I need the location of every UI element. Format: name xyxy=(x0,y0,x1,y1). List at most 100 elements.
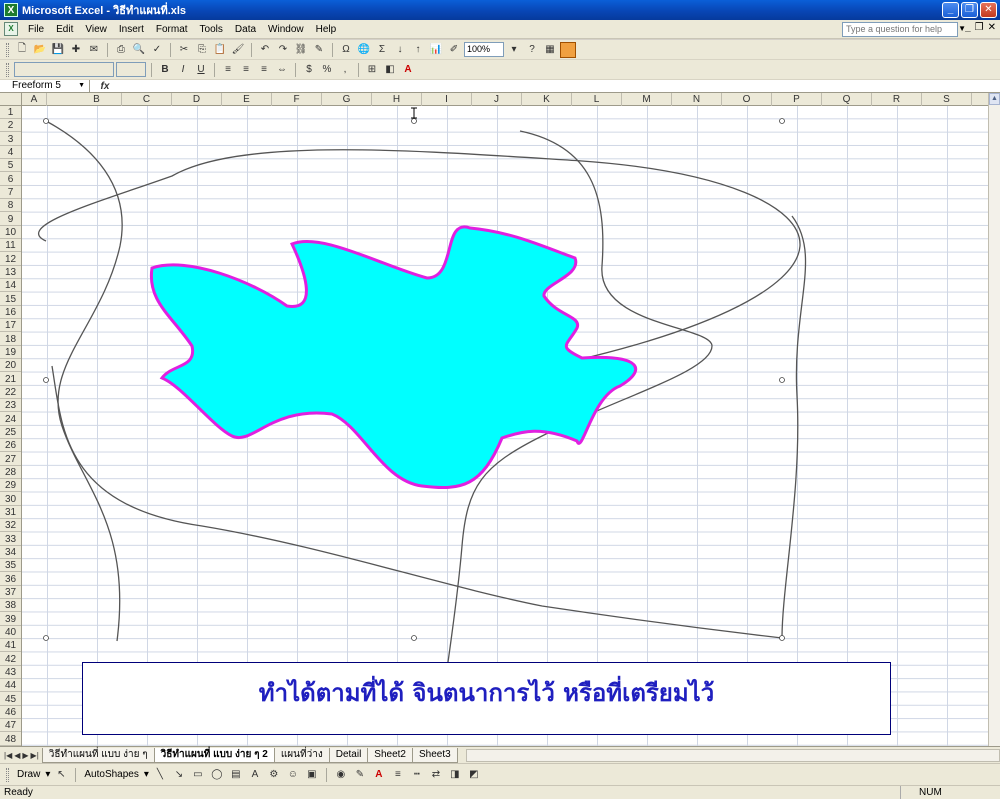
diagram-icon[interactable]: ⚙ xyxy=(266,767,282,783)
row-header-24[interactable]: 24 xyxy=(0,413,21,426)
print-icon[interactable]: ⎙ xyxy=(113,42,129,58)
row-header-42[interactable]: 42 xyxy=(0,653,21,666)
align-center-icon[interactable]: ≡ xyxy=(238,62,254,78)
help-search-input[interactable]: Type a question for help xyxy=(842,22,958,37)
picture-icon[interactable]: ▣ xyxy=(304,767,320,783)
restore-button[interactable]: ❐ xyxy=(961,2,978,18)
doc-close-button[interactable]: ✕ xyxy=(988,22,996,33)
freeform-line-left[interactable] xyxy=(45,120,123,642)
column-header-A[interactable]: A xyxy=(22,93,47,106)
row-header-25[interactable]: 25 xyxy=(0,426,21,439)
font-size-select[interactable] xyxy=(116,62,146,77)
selection-handle[interactable] xyxy=(411,118,417,124)
menu-tools[interactable]: Tools xyxy=(194,21,229,38)
select-objects-icon[interactable]: ↖ xyxy=(53,767,69,783)
percent-icon[interactable]: % xyxy=(319,62,335,78)
row-header-21[interactable]: 21 xyxy=(0,373,21,386)
font-color-draw-icon[interactable]: A xyxy=(371,767,387,783)
fill-color-draw-icon[interactable]: ◉ xyxy=(333,767,349,783)
row-header-43[interactable]: 43 xyxy=(0,666,21,679)
column-header-J[interactable]: J xyxy=(472,93,522,106)
column-header-K[interactable]: K xyxy=(522,93,572,106)
row-header-12[interactable]: 12 xyxy=(0,253,21,266)
selection-handle[interactable] xyxy=(779,635,785,641)
row-header-10[interactable]: 10 xyxy=(0,226,21,239)
zoom-select[interactable]: 100% xyxy=(464,42,504,57)
row-header-48[interactable]: 48 xyxy=(0,733,21,746)
line-style-icon[interactable]: ≡ xyxy=(390,767,406,783)
row-header-3[interactable]: 3 xyxy=(0,133,21,146)
row-header-44[interactable]: 44 xyxy=(0,679,21,693)
column-header-H[interactable]: H xyxy=(372,93,422,106)
paste-icon[interactable]: 📋 xyxy=(212,42,228,58)
doc-restore-button[interactable]: ❐ xyxy=(975,22,984,33)
row-header-32[interactable]: 32 xyxy=(0,519,21,533)
menu-data[interactable]: Data xyxy=(229,21,262,38)
column-header-C[interactable]: C xyxy=(122,93,172,106)
row-header-39[interactable]: 39 xyxy=(0,613,21,626)
selection-handle[interactable] xyxy=(779,118,785,124)
underline-icon[interactable]: U xyxy=(193,62,209,78)
autoshapes-menu-button[interactable]: AutoShapes xyxy=(82,769,141,780)
oval-icon[interactable]: ◯ xyxy=(209,767,225,783)
bold-icon[interactable]: B xyxy=(157,62,173,78)
column-header-F[interactable]: F xyxy=(272,93,322,106)
row-header-6[interactable]: 6 xyxy=(0,173,21,186)
shadow-icon[interactable]: ▦ xyxy=(542,42,558,58)
column-header-P[interactable]: P xyxy=(772,93,822,106)
row-header-14[interactable]: 14 xyxy=(0,279,21,293)
row-header-11[interactable]: 11 xyxy=(0,239,21,253)
row-header-5[interactable]: 5 xyxy=(0,159,21,173)
italic-icon[interactable]: I xyxy=(175,62,191,78)
sheet-tab[interactable]: Sheet2 xyxy=(367,747,413,763)
currency-icon[interactable]: $ xyxy=(301,62,317,78)
menu-insert[interactable]: Insert xyxy=(113,21,150,38)
column-header-R[interactable]: R xyxy=(872,93,922,106)
function-icon[interactable]: fx xyxy=(90,81,120,92)
shadow-style-icon[interactable]: ◨ xyxy=(447,767,463,783)
next-sheet-icon[interactable]: ▶ xyxy=(22,751,28,760)
toolbar-grip[interactable] xyxy=(6,42,9,57)
column-header-N[interactable]: N xyxy=(672,93,722,106)
align-left-icon[interactable]: ≡ xyxy=(220,62,236,78)
menu-edit[interactable]: Edit xyxy=(50,21,79,38)
scroll-up-icon[interactable]: ▲ xyxy=(989,93,1000,105)
column-header-O[interactable]: O xyxy=(722,93,772,106)
selection-handle[interactable] xyxy=(43,118,49,124)
draw-dropdown-icon[interactable]: ▾ xyxy=(45,769,50,780)
row-header-13[interactable]: 13 xyxy=(0,266,21,279)
autoshapes-dropdown-icon[interactable]: ▾ xyxy=(144,769,149,780)
row-header-33[interactable]: 33 xyxy=(0,533,21,546)
wordart-icon[interactable]: A xyxy=(247,767,263,783)
row-header-9[interactable]: 9 xyxy=(0,213,21,226)
worksheet-grid[interactable]: ทำได้ตามที่ได้ จินตนาการไว้ หรือที่เตรีย… xyxy=(22,106,988,746)
workbook-icon[interactable]: X xyxy=(4,22,18,36)
doc-minimize-button[interactable]: _ xyxy=(965,22,971,33)
permission-icon[interactable]: ✚ xyxy=(68,42,84,58)
column-header-S[interactable]: S xyxy=(922,93,972,106)
row-header-1[interactable]: 1 xyxy=(0,106,21,119)
column-header-I[interactable]: I xyxy=(422,93,472,106)
spelling-icon[interactable]: ✓ xyxy=(149,42,165,58)
minimize-button[interactable]: _ xyxy=(942,2,959,18)
row-header-38[interactable]: 38 xyxy=(0,599,21,613)
prev-sheet-icon[interactable]: ◀ xyxy=(14,751,20,760)
freeform-shape-5[interactable] xyxy=(149,225,638,490)
print-preview-icon[interactable]: 🔍 xyxy=(131,42,147,58)
row-header-31[interactable]: 31 xyxy=(0,506,21,519)
row-header-28[interactable]: 28 xyxy=(0,466,21,479)
hyperlink-icon[interactable]: ⛓ xyxy=(293,42,309,58)
row-header-46[interactable]: 46 xyxy=(0,706,21,719)
dash-style-icon[interactable]: ┅ xyxy=(409,767,425,783)
text-box-icon[interactable]: ▤ xyxy=(228,767,244,783)
column-header-E[interactable]: E xyxy=(222,93,272,106)
drawing-toggle-icon[interactable]: ✐ xyxy=(446,42,462,58)
column-header-D[interactable]: D xyxy=(172,93,222,106)
font-color-icon[interactable]: A xyxy=(400,62,416,78)
row-header-40[interactable]: 40 xyxy=(0,626,21,639)
copy-icon[interactable]: ⎘ xyxy=(194,42,210,58)
menu-window[interactable]: Window xyxy=(262,21,310,38)
column-header-L[interactable]: L xyxy=(572,93,622,106)
sheet-tab-active[interactable]: วิธีทำแผนที่ แบบ ง่าย ๆ 2 xyxy=(153,747,275,763)
menu-format[interactable]: Format xyxy=(150,21,194,38)
